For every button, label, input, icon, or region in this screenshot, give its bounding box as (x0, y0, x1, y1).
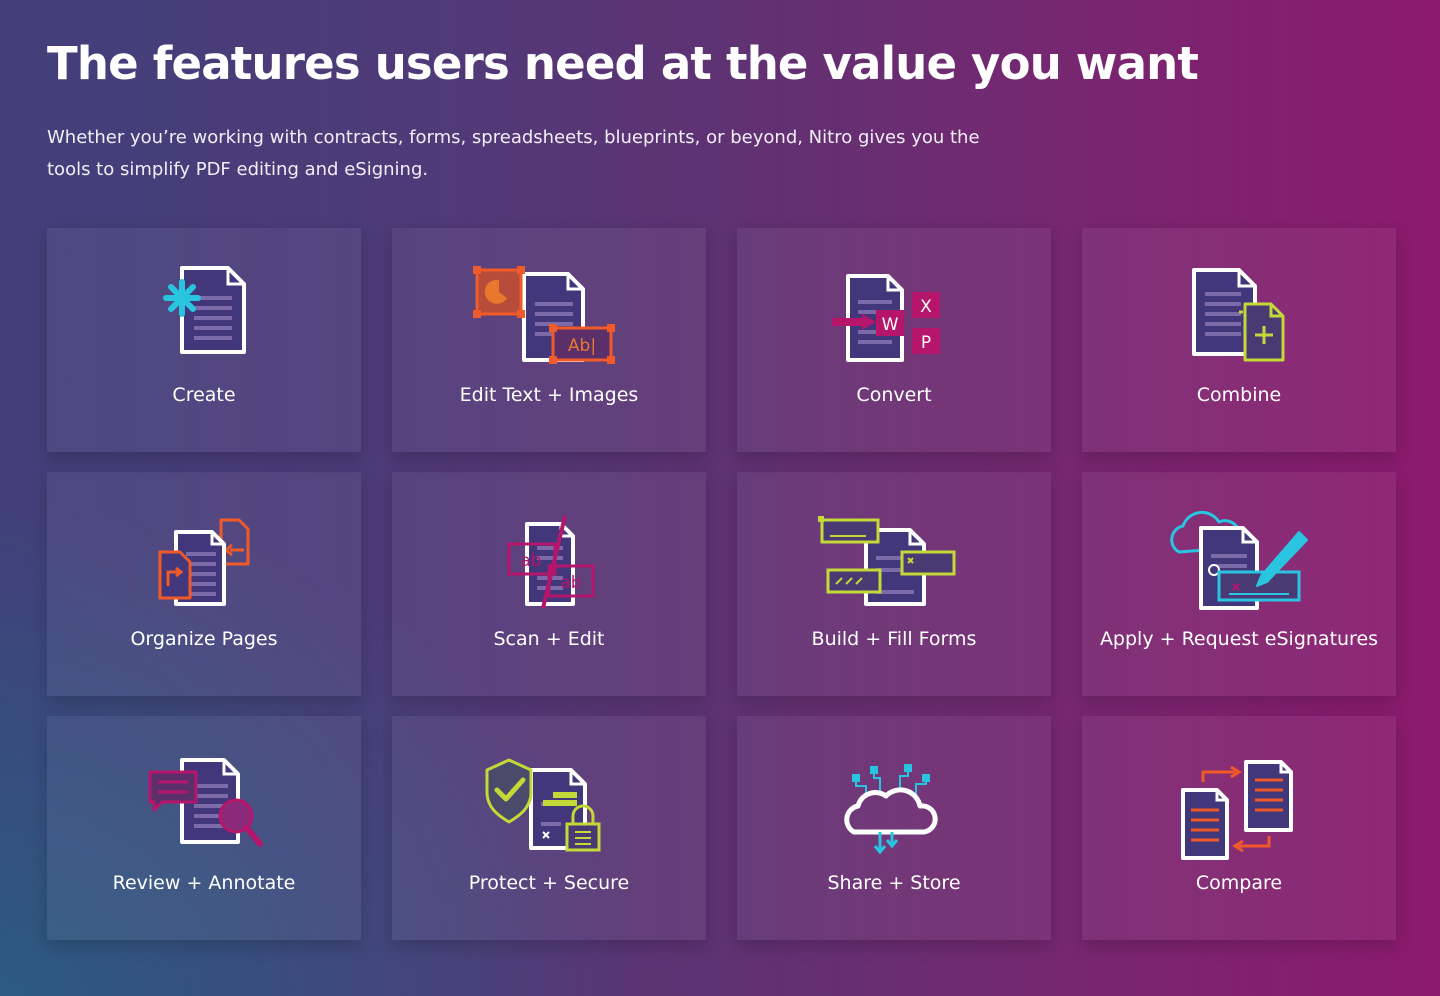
build-fill-forms-icon (818, 516, 956, 606)
esignature-icon (1170, 510, 1308, 610)
combine-documents-icon (1192, 268, 1285, 362)
feature-label: Convert (856, 384, 932, 406)
feature-label: Edit Text + Images (459, 384, 639, 406)
convert-office-icon: W X P (832, 274, 940, 362)
feature-card-scan-edit[interactable]: ab ab Scan + Edit (392, 472, 706, 696)
feature-label: Share + Store (827, 872, 961, 894)
edit-sample-text: ab (560, 573, 581, 593)
feature-label: Create (172, 384, 236, 406)
review-annotate-icon (148, 758, 263, 847)
powerpoint-icon: P (921, 333, 931, 353)
feature-label: Organize Pages (130, 628, 278, 650)
protect-secure-icon (485, 758, 601, 852)
excel-icon: X (920, 297, 932, 317)
feature-card-create[interactable]: Create (47, 228, 361, 452)
feature-card-build-fill-forms[interactable]: Build + Fill Forms (737, 472, 1051, 696)
feature-card-edit-text-images[interactable]: Ab| Edit Text + Images (392, 228, 706, 452)
create-document-icon (163, 266, 246, 354)
feature-label: Protect + Secure (468, 872, 630, 894)
feature-grid: Create Ab| Edit Text + Images W X P Conv… (47, 228, 1396, 940)
feature-label: Apply + Request eSignatures (1099, 628, 1379, 650)
scan-edit-icon: ab ab (507, 515, 595, 609)
section-description: Whether you’re working with contracts, f… (47, 127, 980, 180)
edit-text-images-icon: Ab| (473, 266, 615, 364)
feature-card-review-annotate[interactable]: Review + Annotate (47, 716, 361, 940)
word-icon: W (882, 315, 899, 335)
edit-sample-text: Ab| (568, 336, 596, 356)
section-heading: The features users need at the value you… (47, 37, 1199, 90)
feature-card-protect-secure[interactable]: Protect + Secure (392, 716, 706, 940)
scan-sample-text: ab (520, 551, 541, 571)
feature-card-share-store[interactable]: Share + Store (737, 716, 1051, 940)
features-section: The features users need at the value you… (0, 0, 1440, 996)
feature-card-combine[interactable]: Combine (1082, 228, 1396, 452)
feature-card-esignatures[interactable]: Apply + Request eSignatures (1082, 472, 1396, 696)
feature-label: Review + Annotate (112, 872, 296, 894)
feature-card-organize-pages[interactable]: Organize Pages (47, 472, 361, 696)
organize-pages-icon (158, 518, 250, 606)
feature-label: Compare (1195, 872, 1283, 894)
feature-card-compare[interactable]: Compare (1082, 716, 1396, 940)
feature-card-convert[interactable]: W X P Convert (737, 228, 1051, 452)
feature-label: Build + Fill Forms (811, 628, 977, 650)
compare-documents-icon (1181, 760, 1293, 860)
share-store-cloud-icon (844, 764, 938, 855)
feature-label: Scan + Edit (493, 628, 605, 650)
feature-label: Combine (1196, 384, 1282, 406)
